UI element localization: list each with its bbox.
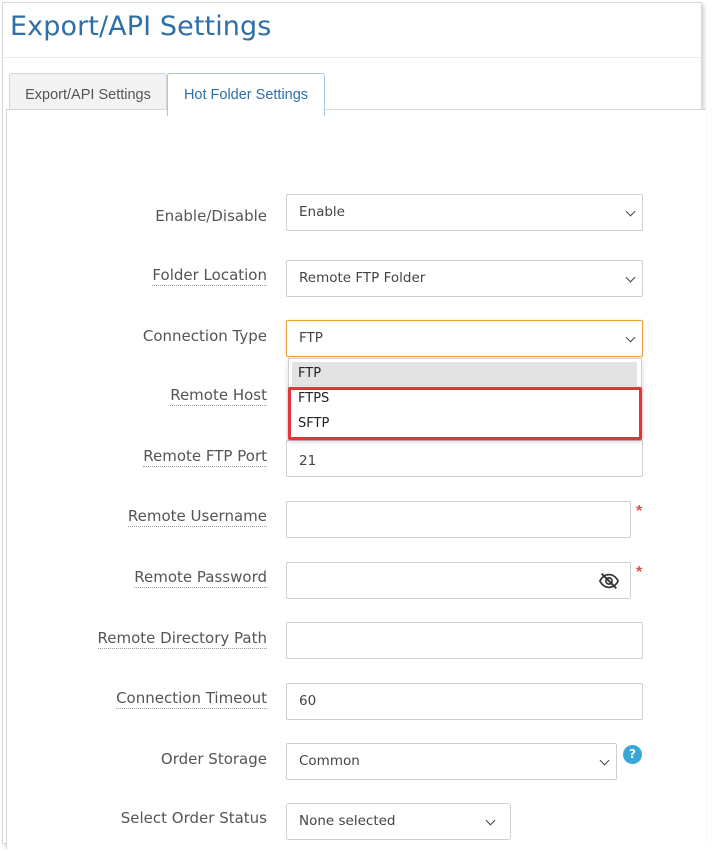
connection-type-option-ftps[interactable]: FTPS [292,387,637,411]
remote-directory-path-label: Remote Directory Path [97,629,267,649]
remote-host-label: Remote Host [170,386,267,406]
chevron-down-icon [625,206,636,217]
remote-username-input[interactable] [286,501,631,538]
connection-type-value: FTP [299,330,323,346]
order-storage-select[interactable]: Common [286,743,617,780]
help-icon[interactable]: ? [623,745,642,764]
folder-location-value: Remote FTP Folder [299,270,426,286]
chevron-down-icon [485,815,496,826]
connection-type-label: Connection Type [142,327,267,345]
eye-slash-icon[interactable] [598,571,620,591]
tab-hot-folder-settings[interactable]: Hot Folder Settings [167,73,325,116]
folder-location-label: Folder Location [152,266,267,286]
select-order-status-multiselect[interactable]: None selected [286,803,511,840]
connection-timeout-input[interactable]: 60 [286,683,643,720]
remote-password-input[interactable] [286,562,631,599]
connection-timeout-value: 60 [299,693,317,709]
remote-directory-path-input[interactable] [286,622,643,659]
connection-type-option-sftp[interactable]: SFTP [292,412,637,436]
required-marker: * [636,564,643,581]
order-storage-label: Order Storage [160,750,267,768]
remote-password-label: Remote Password [134,568,267,588]
folder-location-select[interactable]: Remote FTP Folder [286,260,643,297]
connection-type-option-ftp[interactable]: FTP [292,362,637,386]
select-order-status-value: None selected [299,813,396,829]
remote-ftp-port-input[interactable]: 21 [286,440,643,477]
select-order-status-label: Select Order Status [120,809,267,827]
remote-username-label: Remote Username [127,507,267,527]
enable-disable-select[interactable]: Enable [286,194,643,231]
enable-disable-value: Enable [299,204,345,220]
connection-timeout-label: Connection Timeout [116,689,267,709]
connection-type-dropdown: FTP FTPS SFTP [288,358,642,440]
remote-ftp-port-value: 21 [299,453,317,469]
chevron-down-icon [625,332,636,343]
connection-type-select[interactable]: FTP [286,320,643,357]
chevron-down-icon [625,272,636,283]
required-marker: * [636,503,643,520]
remote-ftp-port-label: Remote FTP Port [143,447,267,467]
title-divider [3,57,701,58]
chevron-down-icon [599,755,610,766]
page-title: Export/API Settings [10,11,272,42]
enable-disable-label: Enable/Disable [155,207,267,225]
order-storage-value: Common [299,753,360,769]
